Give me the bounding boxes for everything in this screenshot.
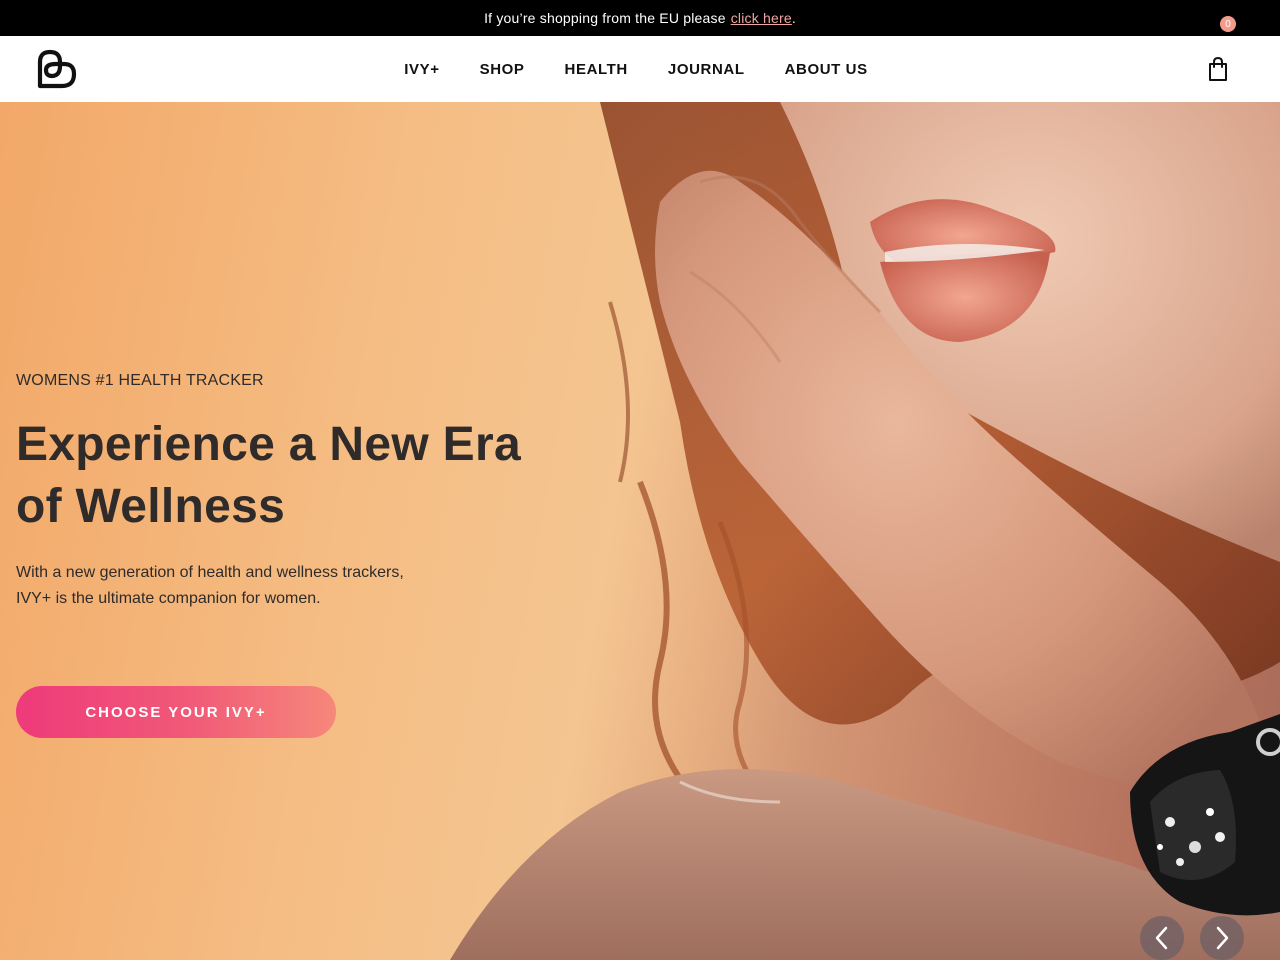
subtext-line-1: With a new generation of health and well… <box>16 564 404 581</box>
hero-eyebrow: WOMENS #1 HEALTH TRACKER <box>16 372 264 389</box>
cart-count-badge: 0 <box>1220 16 1236 32</box>
brand-heart-logo-icon[interactable] <box>34 48 78 90</box>
choose-your-ivy-button[interactable]: CHOOSE YOUR IVY+ <box>16 686 336 738</box>
nav-item-shop[interactable]: SHOP <box>460 61 545 78</box>
eu-store-link[interactable]: click here <box>731 10 792 26</box>
chevron-left-icon <box>1155 926 1168 950</box>
headline-bold: New Era <box>329 418 521 471</box>
subtext-line-2: IVY+ is the ultimate companion for women… <box>16 590 321 607</box>
nav-item-about-us[interactable]: ABOUT US <box>765 61 888 78</box>
announcement-text: If you’re shopping from the EU please <box>484 10 726 26</box>
slider-next-button[interactable] <box>1200 916 1244 960</box>
headline-part-1: Experience a <box>16 418 330 471</box>
chevron-right-icon <box>1216 926 1229 950</box>
main-nav: IVY+ SHOP HEALTH JOURNAL ABOUT US <box>0 36 1280 102</box>
nav-item-health[interactable]: HEALTH <box>545 61 648 78</box>
nav-item-journal[interactable]: JOURNAL <box>648 61 765 78</box>
hero-headline: Experience a New Era of Wellness <box>16 414 576 538</box>
announcement-bar: If you’re shopping from the EU please cl… <box>0 0 1280 36</box>
hero-banner: WOMENS #1 HEALTH TRACKER Experience a Ne… <box>0 102 1280 960</box>
announcement-suffix: . <box>791 10 796 26</box>
nav-item-ivy-plus[interactable]: IVY+ <box>384 61 459 78</box>
site-header: IVY+ SHOP HEALTH JOURNAL ABOUT US <box>0 36 1280 102</box>
shopping-bag-icon[interactable] <box>1207 56 1229 82</box>
slider-prev-button[interactable] <box>1140 916 1184 960</box>
hero-subtext: With a new generation of health and well… <box>16 560 456 612</box>
headline-part-2: of Wellness <box>16 480 286 533</box>
